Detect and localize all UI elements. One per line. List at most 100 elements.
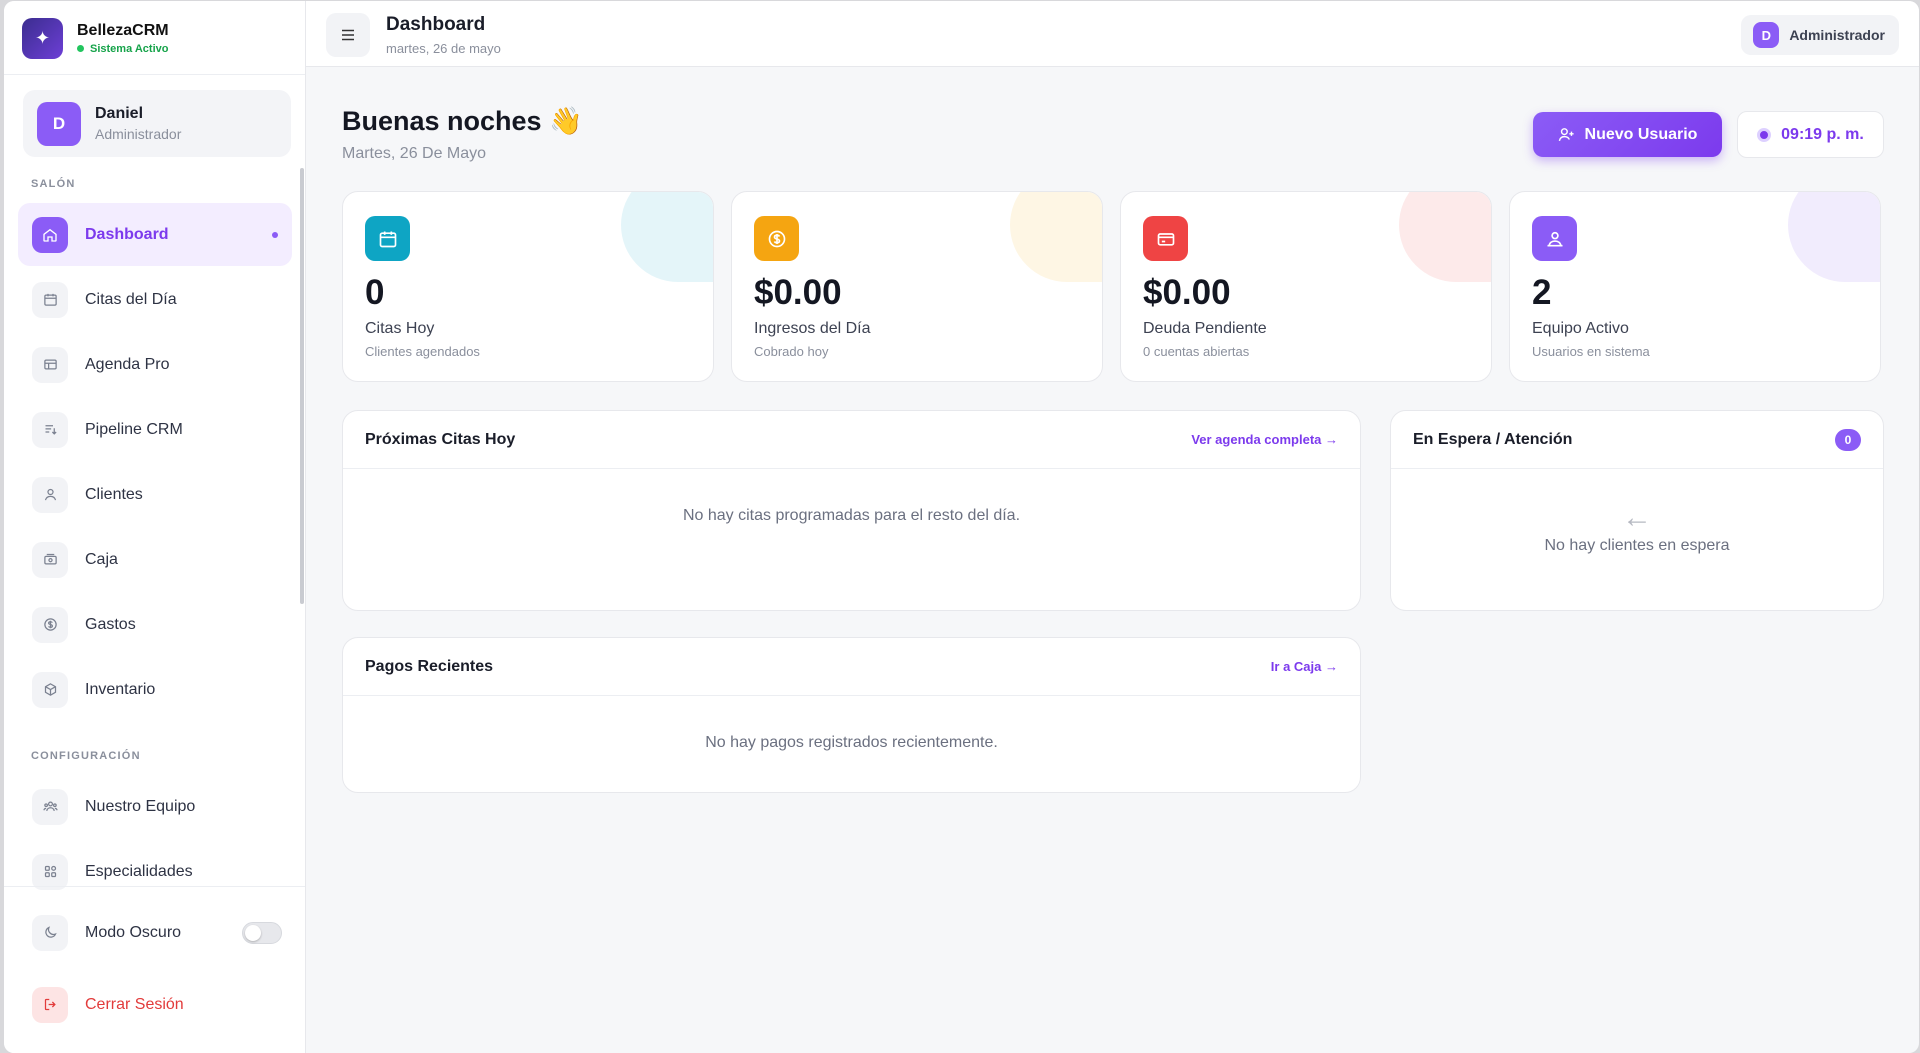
system-status: Sistema Activo bbox=[77, 43, 169, 55]
sidebar-item-citas[interactable]: Citas del Día bbox=[18, 268, 292, 331]
waiting-panel: En Espera / Atención 0 ← No hay clientes… bbox=[1390, 410, 1884, 611]
decor-blob bbox=[1788, 192, 1880, 282]
admin-label: Administrador bbox=[1789, 27, 1885, 43]
menu-button[interactable] bbox=[326, 13, 370, 57]
panel-title: En Espera / Atención bbox=[1413, 430, 1573, 448]
brand-name: BellezaCRM bbox=[77, 21, 169, 39]
clock-display: 09:19 p. m. bbox=[1737, 111, 1884, 158]
user-icon bbox=[32, 476, 68, 513]
sidebar-item-caja[interactable]: Caja bbox=[18, 528, 292, 591]
sidebar-item-label: Citas del Día bbox=[85, 290, 177, 308]
stat-value: 0 bbox=[365, 273, 385, 312]
sidebar-item-equipo[interactable]: Nuestro Equipo bbox=[18, 775, 292, 838]
calendar-icon bbox=[365, 216, 410, 261]
new-user-button[interactable]: Nuevo Usuario bbox=[1533, 112, 1722, 157]
card-icon bbox=[1143, 216, 1188, 261]
decor-blob bbox=[1010, 192, 1102, 282]
stat-card-ingresos[interactable]: $0.00 Ingresos del Día Cobrado hoy bbox=[731, 191, 1103, 382]
agenda-icon bbox=[32, 346, 68, 383]
sidebar-item-label: Nuestro Equipo bbox=[85, 797, 196, 815]
stat-label: Citas Hoy bbox=[365, 320, 435, 337]
team-icon bbox=[32, 788, 68, 825]
panel-title: Próximas Citas Hoy bbox=[365, 430, 516, 448]
decor-blob bbox=[1399, 192, 1491, 282]
brand[interactable]: ✦ BellezaCRM Sistema Activo bbox=[22, 17, 169, 59]
salon-nav: Dashboard Citas del Día Agenda Pro Pipel… bbox=[18, 203, 292, 723]
stat-sub: Usuarios en sistema bbox=[1532, 344, 1650, 359]
home-icon bbox=[32, 216, 68, 253]
decor-blob bbox=[621, 192, 713, 282]
avatar: D bbox=[37, 101, 81, 146]
grid-icon bbox=[32, 853, 68, 890]
dollar-icon bbox=[754, 216, 799, 261]
toggle-knob bbox=[245, 925, 261, 941]
sidebar-item-label: Especialidades bbox=[85, 862, 193, 880]
greeting-title: Buenas noches 👋 bbox=[342, 106, 583, 136]
active-dot-icon bbox=[272, 232, 278, 238]
sidebar-item-dashboard[interactable]: Dashboard bbox=[18, 203, 292, 266]
sparkle-logo-icon: ✦ bbox=[22, 17, 63, 59]
sidebar-item-gastos[interactable]: Gastos bbox=[18, 593, 292, 656]
stat-card-citas[interactable]: 0 Citas Hoy Clientes agendados bbox=[342, 191, 714, 382]
user-card[interactable]: D Daniel Administrador bbox=[23, 90, 291, 157]
stat-card-equipo[interactable]: 2 Equipo Activo Usuarios en sistema bbox=[1509, 191, 1881, 382]
stat-label: Ingresos del Día bbox=[754, 320, 871, 337]
dark-mode-label: Modo Oscuro bbox=[85, 923, 182, 941]
sidebar-item-label: Agenda Pro bbox=[85, 355, 170, 373]
logout-button[interactable]: Cerrar Sesión bbox=[18, 973, 292, 1036]
sidebar-item-label: Dashboard bbox=[85, 225, 169, 243]
sidebar-item-label: Clientes bbox=[85, 485, 143, 503]
sidebar-item-especialidades[interactable]: Especialidades bbox=[18, 840, 292, 903]
greeting-date: Martes, 26 De Mayo bbox=[342, 145, 487, 162]
avatar: D bbox=[1753, 22, 1780, 48]
stat-value: $0.00 bbox=[754, 273, 842, 312]
section-label-salon: SALÓN bbox=[31, 178, 76, 190]
new-user-label: Nuevo Usuario bbox=[1584, 125, 1698, 143]
sidebar-item-label: Pipeline CRM bbox=[85, 420, 183, 438]
box-icon bbox=[32, 671, 68, 708]
sidebar-item-inventario[interactable]: Inventario bbox=[18, 658, 292, 721]
sidebar-item-label: Caja bbox=[85, 550, 118, 568]
hamburger-icon bbox=[342, 29, 354, 41]
cash-icon bbox=[32, 541, 68, 578]
empty-state-text: No hay pagos registrados recientemente. bbox=[705, 734, 998, 751]
arrow-left-icon: ← bbox=[1622, 501, 1652, 534]
sidebar-item-agenda[interactable]: Agenda Pro bbox=[18, 333, 292, 396]
dark-mode-toggle[interactable] bbox=[242, 922, 282, 944]
page-title: Dashboard bbox=[386, 14, 486, 35]
logout-label: Cerrar Sesión bbox=[85, 995, 184, 1013]
view-agenda-link[interactable]: Ver agenda completa → bbox=[1191, 432, 1338, 447]
sidebar-item-clientes[interactable]: Clientes bbox=[18, 463, 292, 526]
sidebar-item-label: Inventario bbox=[85, 680, 156, 698]
system-status-label: Sistema Activo bbox=[90, 42, 169, 55]
upcoming-appointments-panel: Próximas Citas Hoy Ver agenda completa →… bbox=[342, 410, 1361, 611]
dollar-icon bbox=[32, 606, 68, 643]
team-icon bbox=[1532, 216, 1577, 261]
empty-state-text: No hay citas programadas para el resto d… bbox=[682, 507, 1021, 524]
add-user-icon bbox=[1558, 128, 1574, 142]
status-dot-icon bbox=[77, 45, 84, 52]
sidebar-item-pipeline[interactable]: Pipeline CRM bbox=[18, 398, 292, 461]
stat-value: $0.00 bbox=[1143, 273, 1231, 312]
go-to-caja-link[interactable]: Ir a Caja → bbox=[1271, 659, 1338, 674]
empty-state-text: No hay clientes en espera bbox=[1544, 537, 1730, 554]
topbar: Dashboard martes, 26 de mayo D Administr… bbox=[306, 1, 1919, 67]
app-window: ✦ BellezaCRM Sistema Activo D Daniel Adm… bbox=[4, 1, 1919, 1053]
stat-label: Deuda Pendiente bbox=[1143, 320, 1267, 337]
stat-sub: Clientes agendados bbox=[365, 344, 480, 359]
clock-dot-icon bbox=[1757, 127, 1772, 142]
sidebar: ✦ BellezaCRM Sistema Activo D Daniel Adm… bbox=[4, 1, 306, 1053]
stat-card-deuda[interactable]: $0.00 Deuda Pendiente 0 cuentas abiertas bbox=[1120, 191, 1492, 382]
sidebar-scrollbar[interactable] bbox=[300, 168, 304, 604]
clock-time: 09:19 p. m. bbox=[1781, 125, 1864, 143]
moon-icon bbox=[32, 914, 68, 951]
waiting-count-badge: 0 bbox=[1835, 428, 1861, 451]
admin-menu-button[interactable]: D Administrador bbox=[1741, 15, 1899, 55]
logout-icon bbox=[32, 986, 68, 1023]
panel-title: Pagos Recientes bbox=[365, 657, 494, 675]
stat-label: Equipo Activo bbox=[1532, 320, 1629, 337]
page-date: martes, 26 de mayo bbox=[386, 41, 501, 56]
divider bbox=[4, 74, 305, 75]
calendar-icon bbox=[32, 281, 68, 318]
section-label-config: CONFIGURACIÓN bbox=[31, 750, 141, 762]
